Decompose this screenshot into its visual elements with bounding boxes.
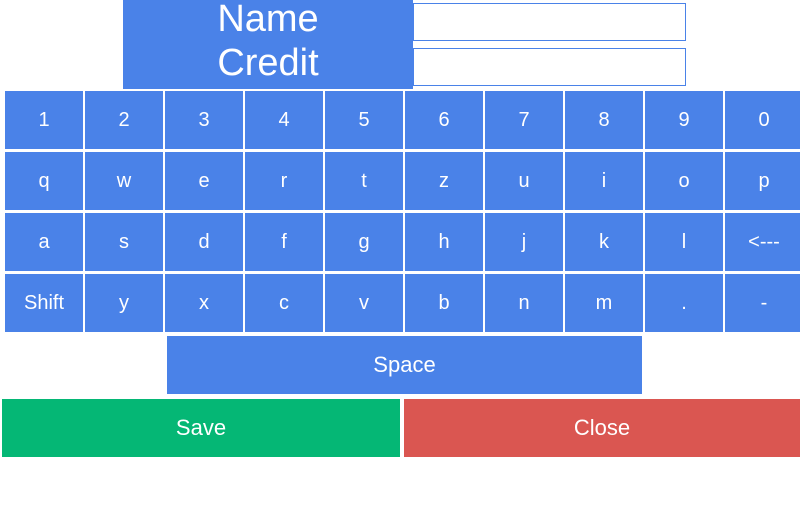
name-input[interactable] — [413, 3, 686, 41]
key-4[interactable]: 4 — [245, 91, 323, 149]
key-z[interactable]: z — [405, 152, 483, 210]
key-7[interactable]: 7 — [485, 91, 563, 149]
key-g[interactable]: g — [325, 213, 403, 271]
key-u[interactable]: u — [485, 152, 563, 210]
key-i[interactable]: i — [565, 152, 643, 210]
key-o[interactable]: o — [645, 152, 723, 210]
credit-label: Credit — [217, 42, 319, 84]
key-9[interactable]: 9 — [645, 91, 723, 149]
key-1[interactable]: 1 — [5, 91, 83, 149]
key-l[interactable]: l — [645, 213, 723, 271]
name-label: Name — [217, 0, 319, 40]
key-w[interactable]: w — [85, 152, 163, 210]
key-c[interactable]: c — [245, 274, 323, 332]
key-p[interactable]: p — [725, 152, 800, 210]
space-key[interactable]: Space — [167, 336, 642, 394]
key-t[interactable]: t — [325, 152, 403, 210]
key-m[interactable]: m — [565, 274, 643, 332]
field-labels-panel: Name Credit — [123, 0, 413, 89]
close-button[interactable]: Close — [404, 399, 800, 457]
key-y[interactable]: y — [85, 274, 163, 332]
key-b[interactable]: b — [405, 274, 483, 332]
key-5[interactable]: 5 — [325, 91, 403, 149]
key-3[interactable]: 3 — [165, 91, 243, 149]
key-0[interactable]: 0 — [725, 91, 800, 149]
key-d[interactable]: d — [165, 213, 243, 271]
key-r[interactable]: r — [245, 152, 323, 210]
key-e[interactable]: e — [165, 152, 243, 210]
key-f[interactable]: f — [245, 213, 323, 271]
key-2[interactable]: 2 — [85, 91, 163, 149]
key-8[interactable]: 8 — [565, 91, 643, 149]
key-6[interactable]: 6 — [405, 91, 483, 149]
key-backspace[interactable]: <--- — [725, 213, 800, 271]
save-button[interactable]: Save — [2, 399, 400, 457]
key-period[interactable]: . — [645, 274, 723, 332]
key-x[interactable]: x — [165, 274, 243, 332]
key-j[interactable]: j — [485, 213, 563, 271]
key-s[interactable]: s — [85, 213, 163, 271]
credit-input[interactable] — [413, 48, 686, 86]
key-k[interactable]: k — [565, 213, 643, 271]
key-n[interactable]: n — [485, 274, 563, 332]
key-h[interactable]: h — [405, 213, 483, 271]
key-a[interactable]: a — [5, 213, 83, 271]
key-shift[interactable]: Shift — [5, 274, 83, 332]
key-v[interactable]: v — [325, 274, 403, 332]
key-q[interactable]: q — [5, 152, 83, 210]
key-hyphen[interactable]: - — [725, 274, 800, 332]
